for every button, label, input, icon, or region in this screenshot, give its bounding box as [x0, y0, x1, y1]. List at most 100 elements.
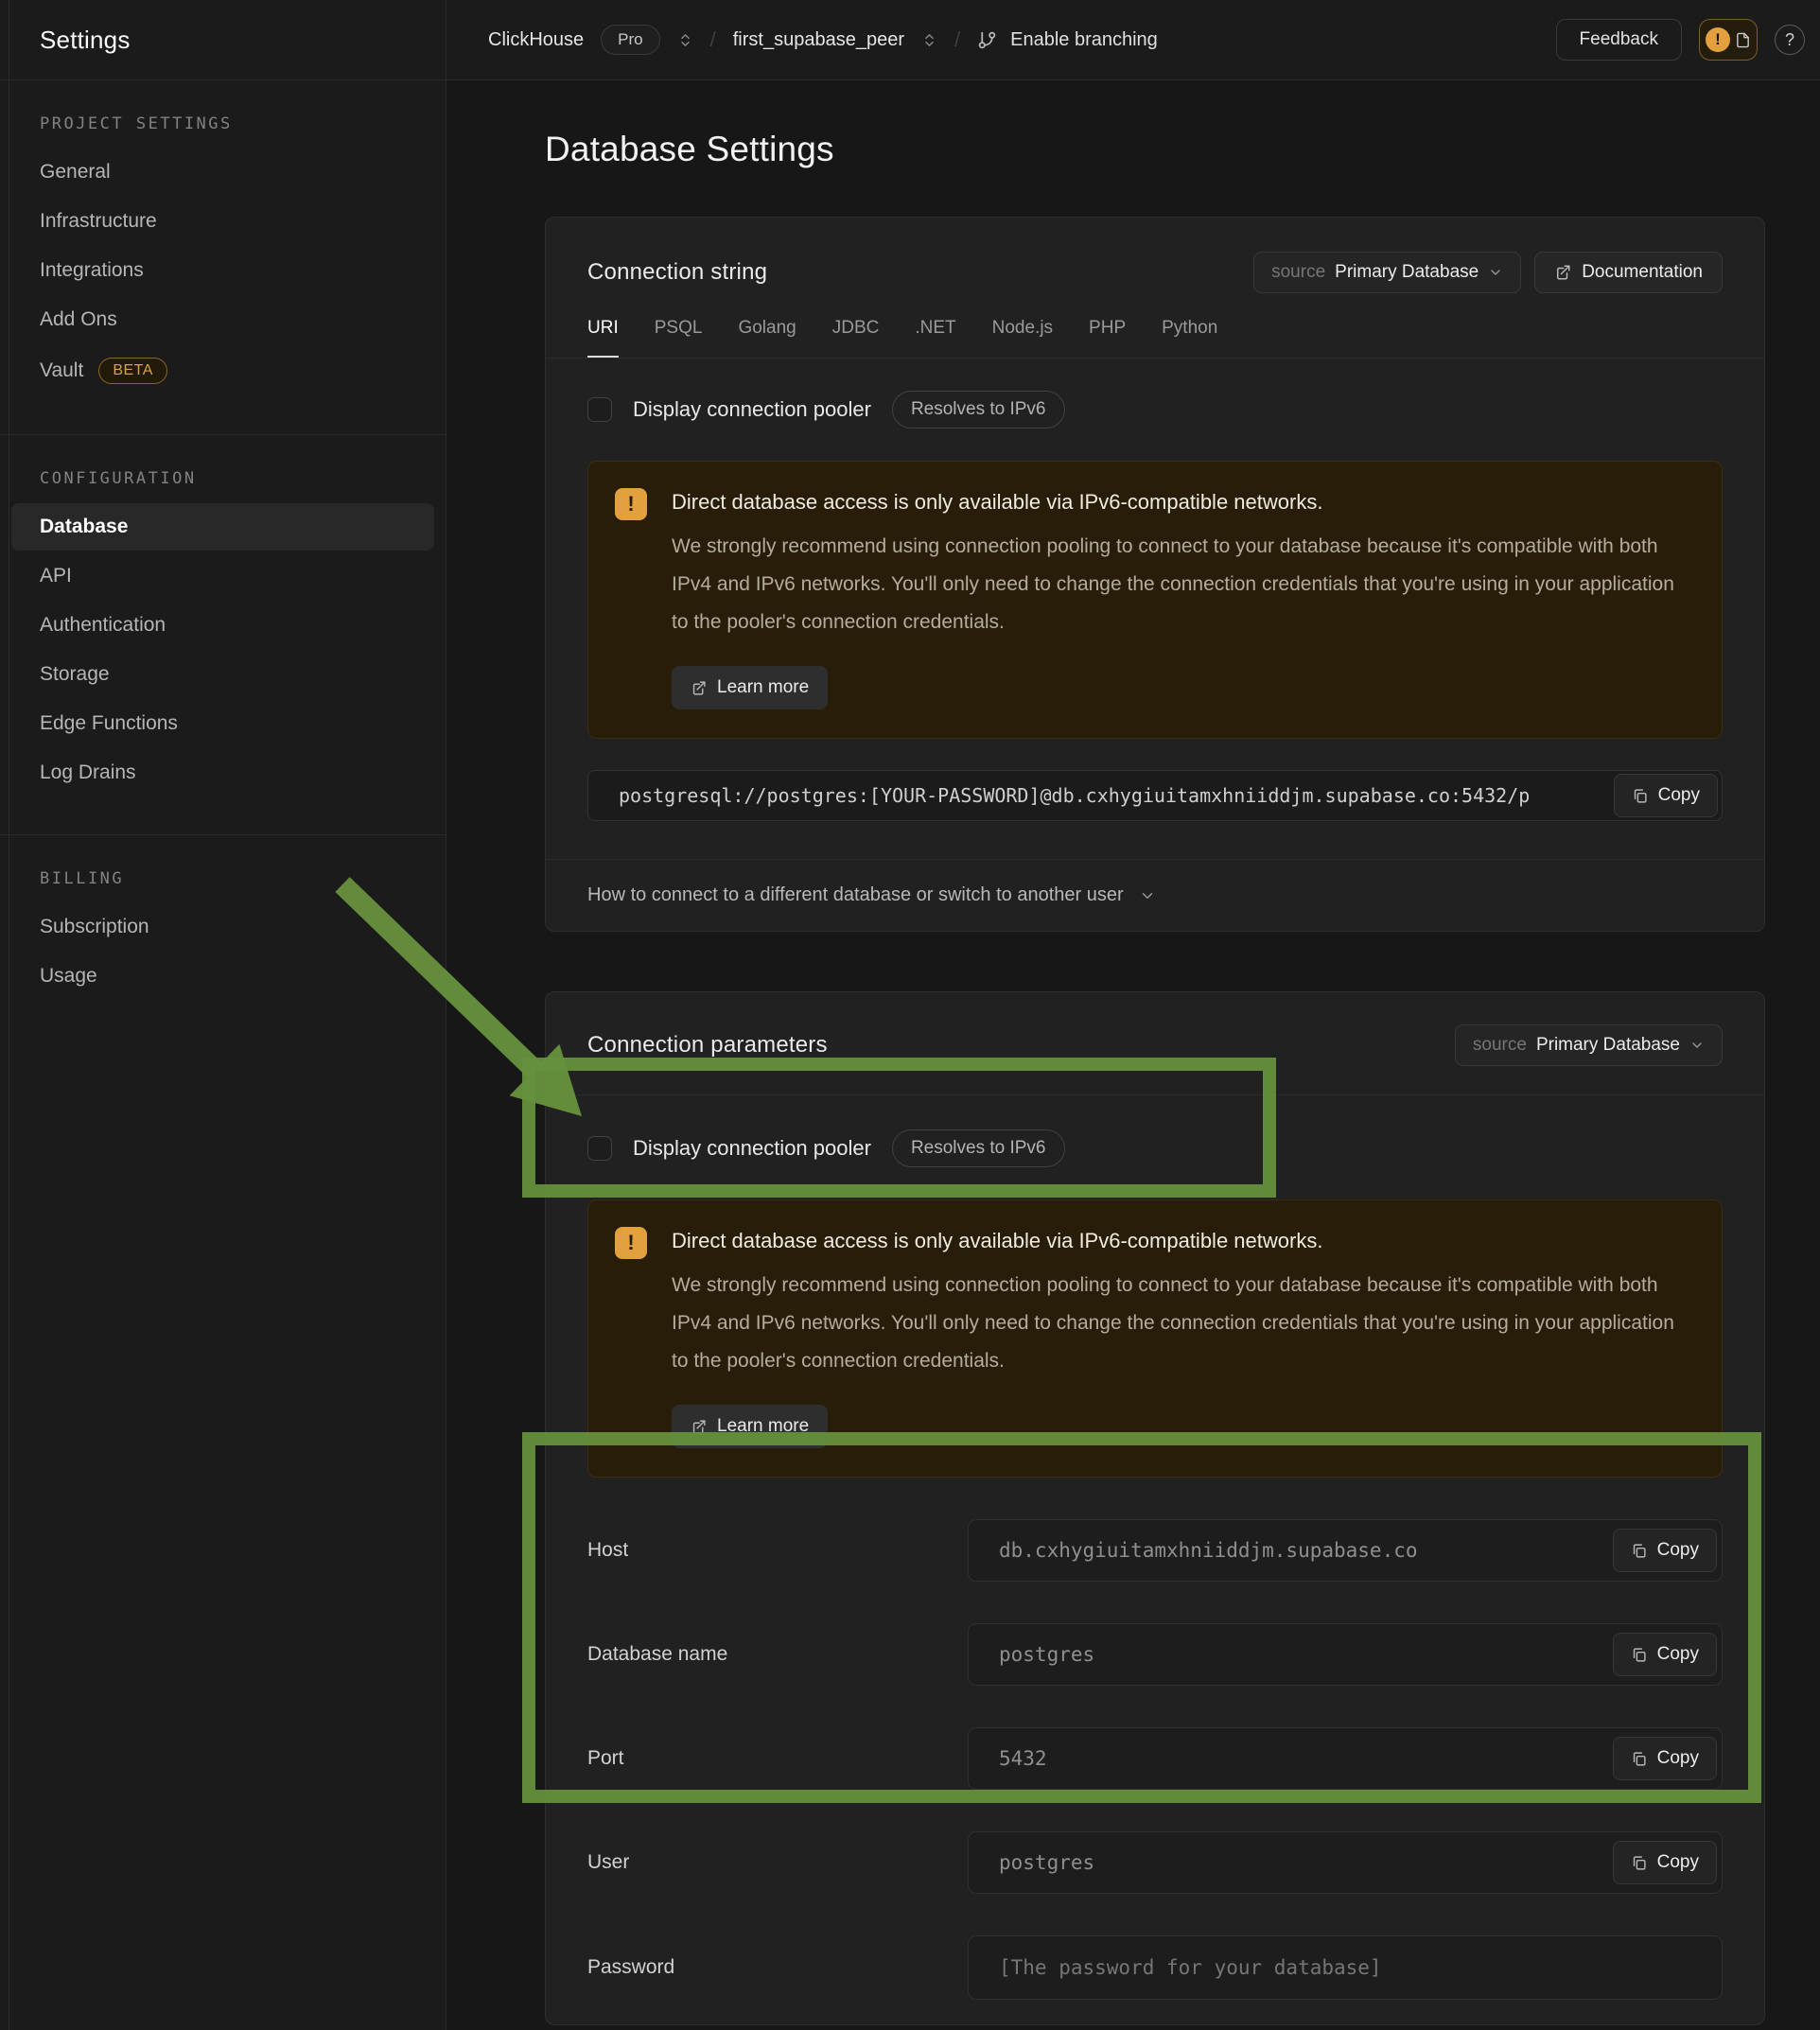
sidebar-item-add-ons[interactable]: Add Ons [11, 296, 434, 343]
settings-title: Settings [40, 26, 131, 55]
connection-type-tabs: URI PSQL Golang JDBC .NET Node.js PHP Py… [587, 318, 1723, 358]
top-bar: ClickHouse Pro / first_supabase_peer / E… [446, 0, 1820, 80]
sidebar-item-subscription[interactable]: Subscription [11, 903, 434, 951]
beta-badge: BETA [98, 358, 167, 384]
sidebar-item-database[interactable]: Database [11, 503, 434, 551]
documentation-button[interactable]: Documentation [1534, 252, 1723, 293]
plan-badge: Pro [601, 25, 659, 55]
tab-psql[interactable]: PSQL [655, 318, 703, 358]
tab-python[interactable]: Python [1162, 318, 1217, 358]
connection-string-value[interactable]: postgresql://postgres:[YOUR-PASSWORD]@db… [587, 770, 1723, 821]
tab-dotnet[interactable]: .NET [915, 318, 955, 358]
file-icon [1735, 32, 1751, 48]
content-area: Database Settings Connection string sour… [446, 80, 1820, 2030]
port-input[interactable]: 5432 Copy [968, 1727, 1723, 1790]
section-header-billing: BILLING [40, 869, 434, 888]
copy-icon [1631, 1855, 1647, 1871]
field-label: Database name [587, 1643, 968, 1666]
ipv6-warning-callout: ! Direct database access is only availab… [587, 461, 1723, 739]
sidebar-item-general[interactable]: General [11, 149, 434, 196]
host-input[interactable]: db.cxhygiuitamxhniiddjm.supabase.co Copy [968, 1519, 1723, 1582]
feedback-button[interactable]: Feedback [1556, 19, 1682, 61]
host-field-row: Host db.cxhygiuitamxhniiddjm.supabase.co… [587, 1519, 1723, 1582]
sidebar-item-vault[interactable]: Vault BETA [11, 345, 434, 396]
pooler-label: Display connection pooler [633, 397, 871, 422]
copy-database-name-button[interactable]: Copy [1613, 1633, 1717, 1676]
field-label: Password [587, 1956, 968, 1979]
alert-icon: ! [615, 1227, 647, 1259]
external-link-icon [1554, 264, 1571, 281]
section-header-configuration: CONFIGURATION [40, 469, 434, 488]
tab-nodejs[interactable]: Node.js [992, 318, 1053, 358]
database-name-field-row: Database name postgres Copy [587, 1623, 1723, 1686]
tab-jdbc[interactable]: JDBC [832, 318, 880, 358]
password-input[interactable]: [The password for your database] [968, 1935, 1723, 2000]
breadcrumb-separator: / [954, 27, 960, 52]
chevron-down-icon [1139, 887, 1156, 904]
settings-sidebar: Settings PROJECT SETTINGS General Infras… [0, 0, 446, 2030]
alert-icon: ! [615, 488, 647, 520]
warning-title: Direct database access is only available… [672, 490, 1674, 515]
chevron-down-icon [1488, 265, 1503, 280]
copy-icon [1631, 1647, 1647, 1663]
breadcrumb-separator: / [710, 27, 716, 52]
sidebar-item-storage[interactable]: Storage [11, 651, 434, 698]
sidebar-item-log-drains[interactable]: Log Drains [11, 749, 434, 796]
project-breadcrumb[interactable]: first_supabase_peer [733, 29, 904, 51]
org-breadcrumb[interactable]: ClickHouse [488, 29, 584, 51]
connection-parameters-panel: Connection parameters source Primary Dat… [545, 991, 1765, 2025]
field-label: User [587, 1851, 968, 1874]
external-link-icon [691, 680, 707, 696]
chevron-down-icon [1689, 1038, 1705, 1053]
display-pooler-checkbox-parameters[interactable] [587, 1136, 612, 1161]
sidebar-item-authentication[interactable]: Authentication [11, 602, 434, 649]
tab-golang[interactable]: Golang [738, 318, 796, 358]
copy-icon [1631, 1751, 1647, 1767]
tab-uri[interactable]: URI [587, 318, 619, 358]
learn-more-button[interactable]: Learn more [672, 666, 828, 709]
resolves-ipv6-badge: Resolves to IPv6 [892, 1129, 1065, 1167]
resolves-ipv6-badge: Resolves to IPv6 [892, 391, 1065, 429]
port-field-row: Port 5432 Copy [587, 1727, 1723, 1790]
warning-title: Direct database access is only available… [672, 1229, 1674, 1253]
notifications-button[interactable]: ! [1699, 19, 1758, 61]
chevrons-up-down-icon[interactable] [921, 32, 937, 48]
tab-php[interactable]: PHP [1089, 318, 1126, 358]
warning-body: We strongly recommend using connection p… [672, 1267, 1674, 1380]
external-link-icon [691, 1419, 707, 1435]
copy-icon [1631, 1543, 1647, 1559]
copy-host-button[interactable]: Copy [1613, 1529, 1717, 1572]
sidebar-item-api[interactable]: API [11, 552, 434, 600]
learn-more-button[interactable]: Learn more [672, 1405, 828, 1448]
help-button[interactable]: ? [1775, 25, 1805, 55]
copy-icon [1632, 788, 1648, 804]
chevrons-up-down-icon[interactable] [677, 32, 693, 48]
sidebar-header: Settings [0, 0, 446, 80]
pooler-label: Display connection pooler [633, 1136, 871, 1161]
panel-title-connection-string: Connection string [587, 259, 767, 286]
display-pooler-checkbox[interactable] [587, 397, 612, 422]
connect-different-database-toggle[interactable]: How to connect to a different database o… [546, 859, 1764, 931]
page-title: Database Settings [545, 130, 1767, 169]
sidebar-item-usage[interactable]: Usage [11, 953, 434, 1000]
sidebar-item-edge-functions[interactable]: Edge Functions [11, 700, 434, 747]
user-field-row: User postgres Copy [587, 1831, 1723, 1894]
enable-branching-button[interactable]: Enable branching [977, 29, 1158, 51]
copy-connection-string-button[interactable]: Copy [1614, 774, 1718, 817]
sidebar-item-integrations[interactable]: Integrations [11, 247, 434, 294]
connection-string-panel: Connection string source Primary Databas… [545, 217, 1765, 932]
field-label: Port [587, 1747, 968, 1770]
source-select-parameters[interactable]: source Primary Database [1455, 1024, 1723, 1066]
copy-port-button[interactable]: Copy [1613, 1737, 1717, 1780]
source-select[interactable]: source Primary Database [1253, 252, 1521, 293]
alert-badge: ! [1706, 27, 1730, 52]
user-input[interactable]: postgres Copy [968, 1831, 1723, 1894]
section-header-project-settings: PROJECT SETTINGS [40, 114, 434, 133]
sidebar-item-infrastructure[interactable]: Infrastructure [11, 198, 434, 245]
git-branch-icon [977, 30, 997, 50]
copy-user-button[interactable]: Copy [1613, 1841, 1717, 1884]
warning-body: We strongly recommend using connection p… [672, 528, 1674, 641]
database-name-input[interactable]: postgres Copy [968, 1623, 1723, 1686]
password-field-row: Password [The password for your database… [587, 1935, 1723, 2000]
field-label: Host [587, 1539, 968, 1562]
